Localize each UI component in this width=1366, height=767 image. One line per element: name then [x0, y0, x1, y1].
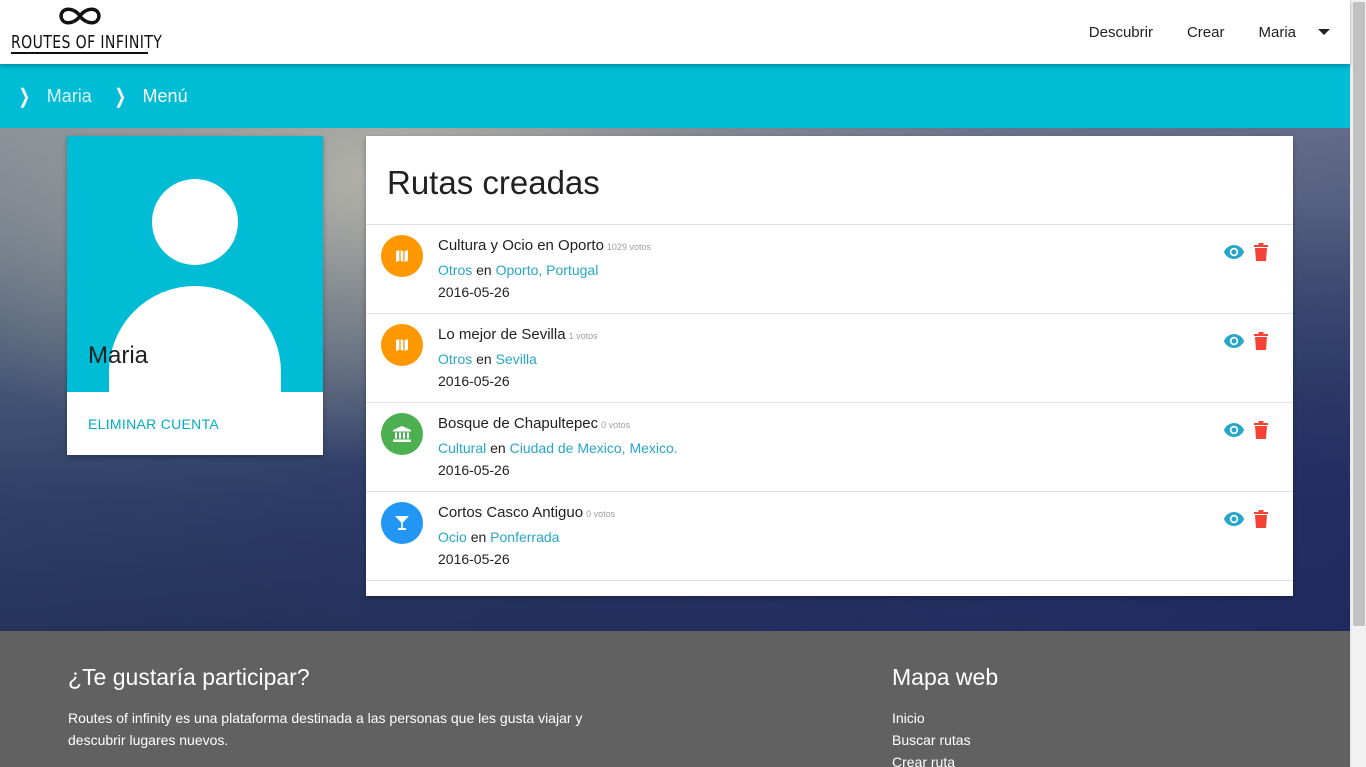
footer-link-buscar-rutas[interactable]: Buscar rutas [892, 732, 971, 748]
main-nav: Descubrir Crear Maria [1055, 0, 1330, 64]
nav-descubrir[interactable]: Descubrir [1089, 24, 1153, 41]
route-meta: Otros en Sevilla [438, 351, 537, 367]
delete-trash-icon[interactable] [1254, 243, 1268, 266]
vote-count: 1 votos [568, 331, 598, 341]
route-title-text[interactable]: Cultura y Ocio en Oporto [438, 237, 604, 254]
list-item: Cultura y Ocio en Oporto 1029 votos Otros… [366, 225, 1293, 314]
scrollbar-thumb[interactable] [1353, 2, 1365, 626]
location-link[interactable]: Oporto, Portugal [496, 262, 599, 278]
route-date: 2016-05-26 [438, 284, 510, 300]
delete-trash-icon[interactable] [1254, 332, 1268, 355]
route-list: Cultura y Ocio en Oporto 1029 votos Otros… [366, 224, 1293, 581]
route-meta: Cultural en Ciudad de Mexico, Mexico. [438, 440, 678, 456]
location-link[interactable]: Ciudad de Mexico, Mexico. [510, 440, 678, 456]
location-link[interactable]: Ponferrada [490, 529, 559, 545]
meta-connector: en [476, 262, 492, 278]
category-link[interactable]: Otros [438, 262, 472, 278]
footer-about-title: ¿Te gustaría participar? [68, 664, 310, 690]
breadcrumb: ❯ Maria ❯ Menú [0, 64, 1350, 128]
breadcrumb-menu[interactable]: Menú [143, 86, 188, 107]
view-eye-icon[interactable] [1223, 244, 1245, 265]
infinity-icon [59, 7, 101, 25]
category-link[interactable]: Cultural [438, 440, 486, 456]
dropdown-caret-icon[interactable] [1318, 29, 1330, 35]
museum-icon [381, 413, 423, 455]
route-title[interactable]: Lo mejor de Sevilla 1 votos [438, 326, 598, 343]
delete-account-button[interactable]: ELIMINAR CUENTA [88, 416, 219, 432]
list-item: Lo mejor de Sevilla 1 votos Otros en Sevi… [366, 314, 1293, 403]
footer-link-crear-ruta[interactable]: Crear ruta [892, 754, 955, 767]
map-icon [381, 324, 423, 366]
route-date: 2016-05-26 [438, 373, 510, 389]
profile-card: Maria ELIMINAR CUENTA [67, 136, 323, 455]
footer-about-text: Routes of infinity es una plataforma des… [68, 710, 583, 748]
route-title-text[interactable]: Cortos Casco Antiguo [438, 504, 583, 521]
footer-link-inicio[interactable]: Inicio [892, 710, 925, 726]
logo-underline [11, 52, 148, 54]
route-title-text[interactable]: Bosque de Chapultepec [438, 415, 598, 432]
avatar-body-shape [109, 286, 281, 392]
top-navbar: ROUTES OF INFINITY Descubrir Crear Maria [0, 0, 1350, 64]
avatar-head-shape [152, 179, 238, 265]
meta-connector: en [476, 351, 492, 367]
route-actions [1223, 332, 1268, 355]
profile-name: Maria [88, 342, 149, 369]
route-actions [1223, 421, 1268, 444]
view-eye-icon[interactable] [1223, 333, 1245, 354]
route-actions [1223, 243, 1268, 266]
list-item: Bosque de Chapultepec 0 votos Cultural en… [366, 403, 1293, 492]
route-meta: Ocio en Ponferrada [438, 529, 559, 545]
vote-count: 0 votos [601, 420, 631, 430]
profile-header: Maria [67, 136, 323, 392]
footer-sitemap-links: Inicio Buscar rutas Crear ruta [892, 707, 971, 767]
map-icon [381, 235, 423, 277]
vote-count: 0 votos [586, 509, 616, 519]
chevron-right-icon: ❯ [18, 85, 31, 108]
list-item: Cortos Casco Antiguo 0 votos Ocio en Ponf… [366, 492, 1293, 581]
nav-user-menu[interactable]: Maria [1258, 24, 1296, 41]
page-scrollbar[interactable] [1350, 0, 1366, 767]
route-title[interactable]: Cortos Casco Antiguo 0 votos [438, 504, 615, 521]
chevron-right-icon: ❯ [114, 85, 127, 108]
delete-trash-icon[interactable] [1254, 510, 1268, 533]
page-title: Rutas creadas [387, 164, 600, 201]
view-eye-icon[interactable] [1223, 511, 1245, 532]
route-title[interactable]: Bosque de Chapultepec 0 votos [438, 415, 630, 432]
routes-card: Rutas creadas Cultura y Ocio en Oporto 10… [366, 136, 1293, 596]
nav-crear[interactable]: Crear [1187, 24, 1225, 41]
breadcrumb-user[interactable]: Maria [47, 86, 92, 107]
location-link[interactable]: Sevilla [496, 351, 537, 367]
footer: ¿Te gustaría participar? Routes of infin… [0, 631, 1350, 767]
logo[interactable]: ROUTES OF INFINITY [10, 4, 162, 58]
footer-sitemap-title: Mapa web [892, 664, 999, 690]
category-link[interactable]: Ocio [438, 529, 467, 545]
route-title[interactable]: Cultura y Ocio en Oporto 1029 votos [438, 237, 651, 254]
cocktail-icon [381, 502, 423, 544]
logo-text: ROUTES OF INFINITY [11, 32, 163, 53]
route-date: 2016-05-26 [438, 551, 510, 567]
route-meta: Otros en Oporto, Portugal [438, 262, 598, 278]
route-date: 2016-05-26 [438, 462, 510, 478]
meta-connector: en [470, 529, 487, 545]
route-actions [1223, 510, 1268, 533]
category-link[interactable]: Otros [438, 351, 472, 367]
meta-connector: en [490, 440, 506, 456]
delete-trash-icon[interactable] [1254, 421, 1268, 444]
view-eye-icon[interactable] [1223, 422, 1245, 443]
route-title-text[interactable]: Lo mejor de Sevilla [438, 326, 566, 343]
vote-count: 1029 votos [606, 242, 651, 252]
